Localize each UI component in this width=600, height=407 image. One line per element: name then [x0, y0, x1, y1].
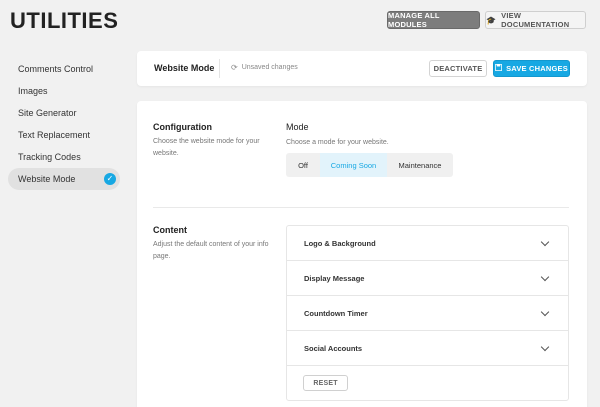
mode-tab-coming-soon[interactable]: Coming Soon [320, 153, 387, 177]
accordion-display-message[interactable]: Display Message [287, 261, 568, 296]
sidebar-item-label: Comments Control [18, 64, 94, 74]
sidebar-item-website-mode[interactable]: Website Mode ✓ [8, 168, 120, 190]
reset-label: RESET [313, 379, 338, 387]
content-accordion: Logo & Background Display Message Countd… [286, 225, 569, 401]
section-divider [153, 207, 569, 208]
sidebar-item-tracking-codes[interactable]: Tracking Codes [8, 146, 120, 168]
accordion-label: Countdown Timer [304, 308, 368, 318]
sidebar-item-label: Images [18, 86, 48, 96]
deactivate-label: DEACTIVATE [433, 64, 483, 73]
mode-label: Mode [286, 122, 309, 132]
sidebar-item-text-replacement[interactable]: Text Replacement [8, 124, 120, 146]
accordion-logo-background[interactable]: Logo & Background [287, 226, 568, 261]
mode-tab-off[interactable]: Off [286, 153, 320, 177]
content-description: Adjust the default content of your info … [153, 241, 269, 260]
mode-description: Choose a mode for your website. [286, 139, 389, 146]
sidebar-item-label: Site Generator [18, 108, 77, 118]
chevron-down-icon [540, 272, 550, 281]
sidebar-item-label: Text Replacement [18, 130, 91, 140]
sidebar-item-site-generator[interactable]: Site Generator [8, 102, 120, 124]
sidebar-item-images[interactable]: Images [8, 80, 120, 102]
sidebar: Comments Control Images Site Generator T… [8, 58, 120, 190]
reset-button[interactable]: RESET [303, 375, 348, 391]
manage-all-modules-label: MANAGE ALL MODULES [388, 11, 440, 29]
unsaved-status-label: Unsaved changes [241, 64, 298, 71]
header-divider [219, 59, 220, 78]
accordion-footer: RESET [287, 366, 568, 400]
content-title: Content [153, 225, 187, 235]
module-title: Website Mode [154, 63, 215, 73]
configuration-title: Configuration [153, 122, 212, 132]
accordion-label: Logo & Background [304, 238, 376, 248]
unsaved-status: ⟳ Unsaved changes [231, 63, 298, 72]
refresh-icon: ⟳ [231, 63, 238, 72]
accordion-label: Display Message [304, 273, 365, 283]
chevron-down-icon [540, 342, 550, 351]
page-title: UTILITIES [10, 8, 119, 33]
sidebar-item-label: Tracking Codes [18, 152, 81, 162]
accordion-social-accounts[interactable]: Social Accounts [287, 331, 568, 366]
sidebar-item-label: Website Mode [18, 174, 76, 184]
accordion-countdown-timer[interactable]: Countdown Timer [287, 296, 568, 331]
view-documentation-label: VIEW DOCUMENTATION [501, 11, 570, 29]
deactivate-button[interactable]: DEACTIVATE [429, 60, 487, 77]
settings-card: Configuration Choose the website mode fo… [137, 101, 587, 407]
mode-selector: Off Coming Soon Maintenance [286, 153, 453, 177]
manage-all-modules-button[interactable]: MANAGE ALL MODULES [387, 11, 480, 29]
configuration-description: Choose the website mode for your website… [153, 138, 260, 157]
checkmark-icon: ✓ [104, 173, 116, 185]
save-changes-label: SAVE CHANGES [506, 64, 568, 73]
floppy-disk-icon [494, 63, 503, 73]
mode-tab-maintenance[interactable]: Maintenance [387, 153, 453, 177]
chevron-down-icon [540, 237, 550, 246]
chevron-down-icon [540, 307, 550, 316]
accordion-label: Social Accounts [304, 343, 363, 353]
sidebar-item-comments-control[interactable]: Comments Control [8, 58, 120, 80]
view-documentation-button[interactable]: 🎓 VIEW DOCUMENTATION [485, 11, 586, 29]
module-header: Website Mode ⟳ Unsaved changes DEACTIVAT… [137, 51, 587, 86]
graduation-cap-icon: 🎓 [486, 15, 497, 25]
save-changes-button[interactable]: SAVE CHANGES [493, 60, 570, 77]
